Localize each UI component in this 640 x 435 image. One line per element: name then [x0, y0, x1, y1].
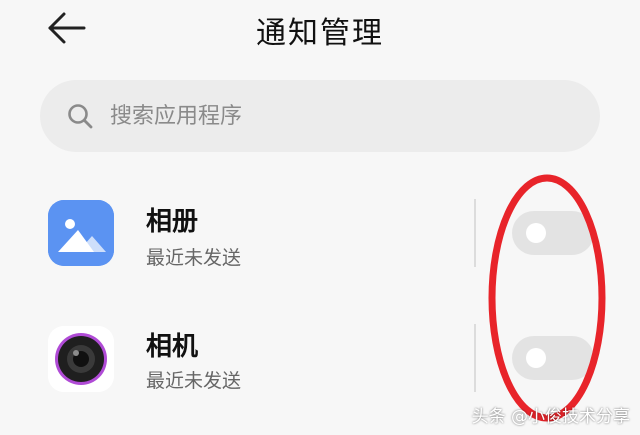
page-title: 通知管理 — [256, 16, 384, 51]
app-status: 最近未发送 — [146, 247, 242, 269]
gallery-icon — [48, 200, 114, 266]
notification-toggle-gallery[interactable] — [512, 211, 594, 255]
app-status: 最近未发送 — [146, 370, 242, 392]
app-name: 相册 — [146, 207, 199, 237]
search-icon — [68, 104, 93, 129]
divider — [474, 199, 476, 267]
watermark: 头条 @小俊技术分享 — [471, 407, 630, 427]
toggle-knob — [526, 348, 546, 368]
header: 通知管理 — [0, 0, 640, 60]
camera-icon — [48, 326, 114, 392]
notification-toggle-camera[interactable] — [512, 336, 594, 380]
search-input[interactable] — [108, 102, 552, 130]
search-bar[interactable] — [40, 80, 600, 152]
divider — [474, 324, 476, 392]
app-name: 相机 — [146, 332, 199, 362]
app-row-gallery[interactable]: 相册 最近未发送 — [0, 185, 640, 295]
toggle-knob — [526, 223, 546, 243]
